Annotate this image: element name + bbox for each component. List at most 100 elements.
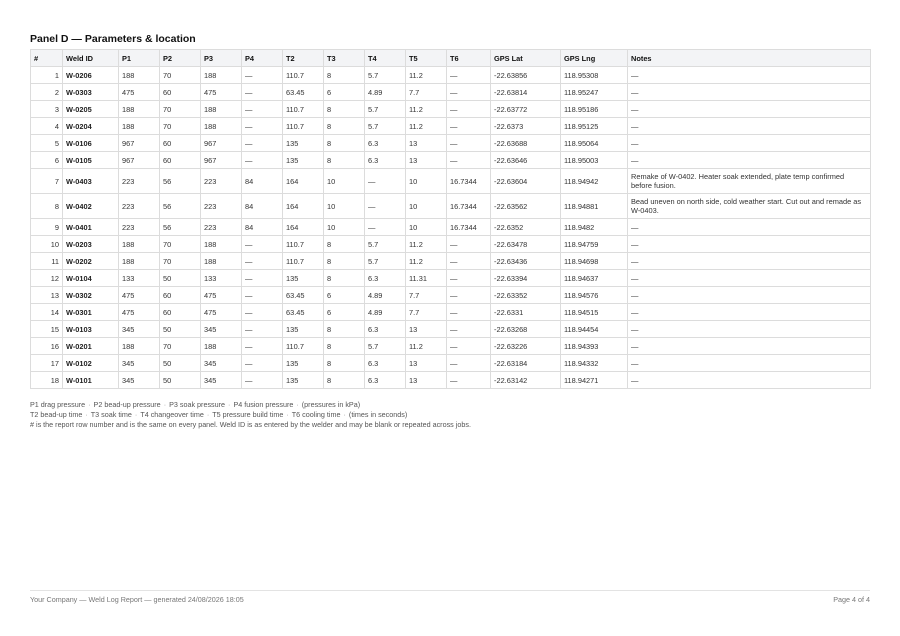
footer-page-number: Page 4 of 4 xyxy=(833,595,870,604)
table-cell: 967 xyxy=(200,151,242,169)
table-cell: 5.7 xyxy=(364,252,406,270)
table-cell: -22.63646 xyxy=(490,151,561,169)
table-cell: 6.3 xyxy=(364,151,406,169)
table-cell: 13 xyxy=(405,371,447,389)
table-cell: 475 xyxy=(118,303,160,321)
legend-item: T4 changeover time xyxy=(140,410,204,419)
notes-cell: — xyxy=(627,320,871,338)
table-cell: — xyxy=(364,193,406,219)
table-cell: 60 xyxy=(159,134,201,152)
table-cell: 5.7 xyxy=(364,66,406,84)
table-cell: 118.94942 xyxy=(560,168,628,194)
table-cell: 118.95064 xyxy=(560,134,628,152)
table-cell: 8 xyxy=(323,269,365,287)
column-header: P4 xyxy=(241,49,283,67)
table-row: 7 W-0403 223 56 223 84 164 10—10 16.7344 -22.6360… xyxy=(30,168,871,194)
table-cell: -22.63604 xyxy=(490,168,561,194)
column-header: Weld ID xyxy=(62,49,119,67)
weld-id: W-0203 xyxy=(62,235,119,253)
table-cell: 63.45 xyxy=(282,303,324,321)
legend-item: T3 soak time xyxy=(90,410,132,419)
table-cell: 8 xyxy=(323,134,365,152)
table-cell: -22.63478 xyxy=(490,235,561,253)
legend-item: P4 fusion pressure xyxy=(233,400,294,409)
table-cell: 118.94332 xyxy=(560,354,628,372)
row-number: 14 xyxy=(30,303,63,321)
table-cell: 135 xyxy=(282,134,324,152)
table-cell: 10 xyxy=(323,168,365,194)
table-cell: 188 xyxy=(200,100,242,118)
column-header: P3 xyxy=(200,49,242,67)
table-cell: 70 xyxy=(159,117,201,135)
notes-cell: — xyxy=(627,134,871,152)
notes-cell: — xyxy=(627,66,871,84)
table-cell: 188 xyxy=(118,235,160,253)
table-row: 16 W-0201 188 70 188—110.7 8 5.7 11.2— -22.63226… xyxy=(30,337,871,355)
notes-cell: — xyxy=(627,83,871,101)
table-cell: 188 xyxy=(118,252,160,270)
table-cell: 16.7344 xyxy=(446,193,491,219)
table-cell: 135 xyxy=(282,371,324,389)
legend-item: (pressures in kPa) xyxy=(301,400,361,409)
table-row: 2 W-0303 475 60 475—63.45 6 4.89 7.7— -22.63814 1… xyxy=(30,83,871,101)
table-cell: 13 xyxy=(405,151,447,169)
table-cell: -22.63436 xyxy=(490,252,561,270)
table-cell: 188 xyxy=(200,235,242,253)
notes-cell: — xyxy=(627,218,871,236)
table-cell: — xyxy=(446,269,491,287)
table-cell: 70 xyxy=(159,66,201,84)
row-number: 7 xyxy=(30,168,63,194)
table-cell: 7.7 xyxy=(405,303,447,321)
table-cell: 11.2 xyxy=(405,100,447,118)
table-cell: -22.6373 xyxy=(490,117,561,135)
table-cell: 223 xyxy=(118,193,160,219)
table-cell: — xyxy=(446,354,491,372)
table-cell: 967 xyxy=(118,151,160,169)
table-row: 6 W-0105 967 60 967—135 8 6.3 13— -22.63646 118.9… xyxy=(30,151,871,169)
table-cell: 8 xyxy=(323,252,365,270)
row-number: 6 xyxy=(30,151,63,169)
table-cell: — xyxy=(241,337,283,355)
legend-separator: · xyxy=(88,400,91,409)
table-cell: 118.95003 xyxy=(560,151,628,169)
table-cell: 475 xyxy=(118,83,160,101)
table-cell: — xyxy=(446,66,491,84)
table-cell: 70 xyxy=(159,235,201,253)
column-header: # xyxy=(30,49,63,67)
notes-cell: — xyxy=(627,354,871,372)
table-cell: 11.31 xyxy=(405,269,447,287)
row-number: 12 xyxy=(30,269,63,287)
table-cell: -22.63184 xyxy=(490,354,561,372)
legend-times: T2 bead-up time · T3 soak time · T4 changeov… xyxy=(30,410,471,420)
table-cell: 8 xyxy=(323,320,365,338)
table-cell: 8 xyxy=(323,151,365,169)
table-cell: 50 xyxy=(159,354,201,372)
table-cell: -22.6352 xyxy=(490,218,561,236)
table-cell: 13 xyxy=(405,320,447,338)
legend-separator: · xyxy=(206,410,210,419)
table-cell: 84 xyxy=(241,218,283,236)
notes-cell: Bead uneven on north side, cold weather … xyxy=(627,193,871,219)
table-cell: 223 xyxy=(118,218,160,236)
table-cell: 60 xyxy=(159,303,201,321)
table-cell: 118.94637 xyxy=(560,269,628,287)
notes-cell: — xyxy=(627,337,871,355)
table-cell: 118.94576 xyxy=(560,286,628,304)
table-cell: 188 xyxy=(118,66,160,84)
table-cell: 967 xyxy=(200,134,242,152)
weld-id: W-0106 xyxy=(62,134,119,152)
notes-cell: — xyxy=(627,252,871,270)
table-cell: 10 xyxy=(323,193,365,219)
table-cell: — xyxy=(241,303,283,321)
column-header: T5 xyxy=(405,49,447,67)
table-cell: 63.45 xyxy=(282,83,324,101)
row-number: 11 xyxy=(30,252,63,270)
table-cell: 475 xyxy=(200,303,242,321)
table-cell: 84 xyxy=(241,193,283,219)
row-number: 10 xyxy=(30,235,63,253)
weld-id: W-0104 xyxy=(62,269,119,287)
notes-cell: — xyxy=(627,303,871,321)
footer-divider xyxy=(30,590,870,591)
notes-cell: — xyxy=(627,117,871,135)
table-cell: 133 xyxy=(200,269,242,287)
